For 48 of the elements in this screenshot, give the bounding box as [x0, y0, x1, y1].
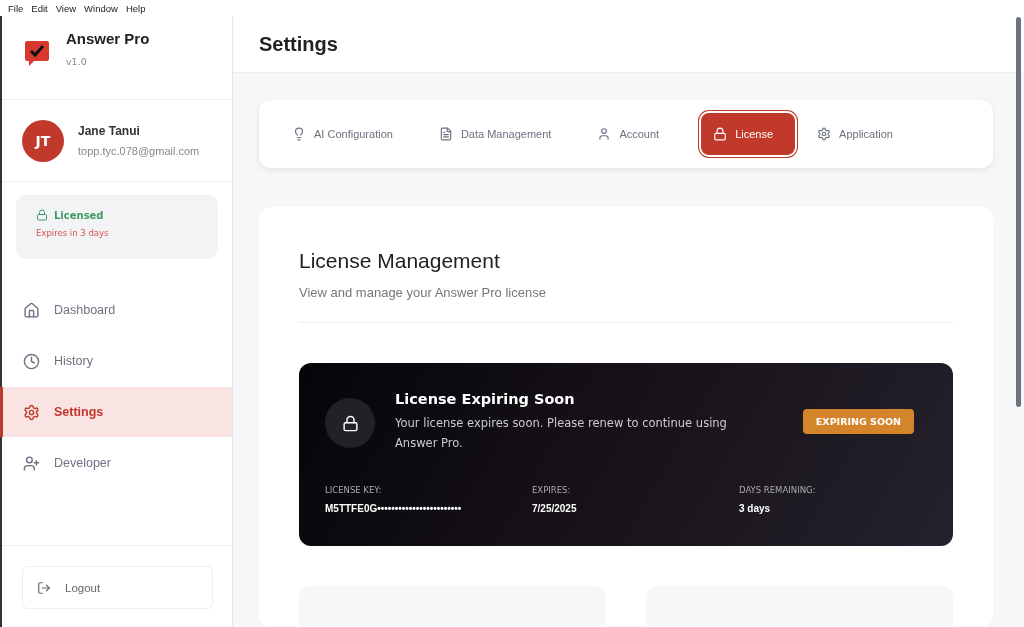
user-name: Jane Tanui	[78, 124, 141, 138]
license-expiry-note: Expires in 3 days	[36, 228, 110, 238]
settings-icon	[817, 127, 832, 141]
logout-button[interactable]: Logout	[22, 566, 213, 609]
section-title: License Management	[299, 249, 501, 273]
page-title: Settings	[259, 32, 338, 56]
tab[interactable]: License	[701, 113, 796, 155]
section-subtitle: View and manage your Answer Pro license	[299, 285, 953, 323]
menu-item[interactable]: Edit	[27, 2, 52, 14]
license-status: Licensed	[54, 209, 104, 221]
tab[interactable]: AI Configuration	[282, 113, 413, 155]
tab[interactable]: Application	[807, 113, 913, 155]
menu-item[interactable]: Help	[121, 2, 150, 14]
nav-item[interactable]: Dashboard	[0, 285, 232, 335]
user-plus-icon	[23, 454, 40, 472]
field-label: LICENSE KEY:	[325, 485, 383, 495]
field-value: M5TTFE0G••••••••••••••••••••••••	[325, 503, 462, 514]
document-icon	[438, 127, 453, 141]
user-icon	[597, 127, 612, 141]
status-badge: EXPIRING SOON	[802, 409, 914, 434]
scrollbar[interactable]	[1016, 17, 1021, 407]
nav-item[interactable]: Settings	[0, 387, 232, 437]
nav-item[interactable]: History	[0, 336, 232, 386]
tab[interactable]: Account	[587, 113, 680, 155]
lightbulb-icon	[292, 127, 306, 141]
home-icon	[23, 301, 40, 319]
license-alert-title: License Expiring Soon	[395, 391, 576, 407]
tab[interactable]: Data Management	[428, 113, 572, 155]
menu-item[interactable]: File	[4, 2, 28, 14]
app-name: Answer Pro	[66, 30, 150, 47]
clock-icon	[23, 352, 40, 370]
field-label: EXPIRES:	[532, 485, 572, 495]
app-version: v1.0	[66, 56, 88, 67]
lock-icon	[36, 209, 48, 221]
user-email: topp.tyc.078@gmail.com	[78, 145, 200, 157]
field-value: 3 days	[739, 503, 771, 514]
lock-icon	[341, 414, 359, 432]
settings-icon	[23, 403, 40, 421]
field-value: 7/25/2025	[532, 503, 577, 514]
menu-item[interactable]: Window	[80, 2, 122, 14]
logo-icon	[24, 40, 50, 68]
field-label: DAYS REMAINING:	[739, 485, 817, 495]
license-alert-message: Your license expires soon. Please renew to continue using Answer Pro.	[395, 415, 728, 452]
user-avatar: JT	[22, 119, 64, 162]
nav-item[interactable]: Developer	[0, 438, 232, 488]
menu-item[interactable]: View	[51, 2, 81, 14]
lock-icon	[713, 127, 728, 141]
logout-icon	[37, 580, 51, 595]
